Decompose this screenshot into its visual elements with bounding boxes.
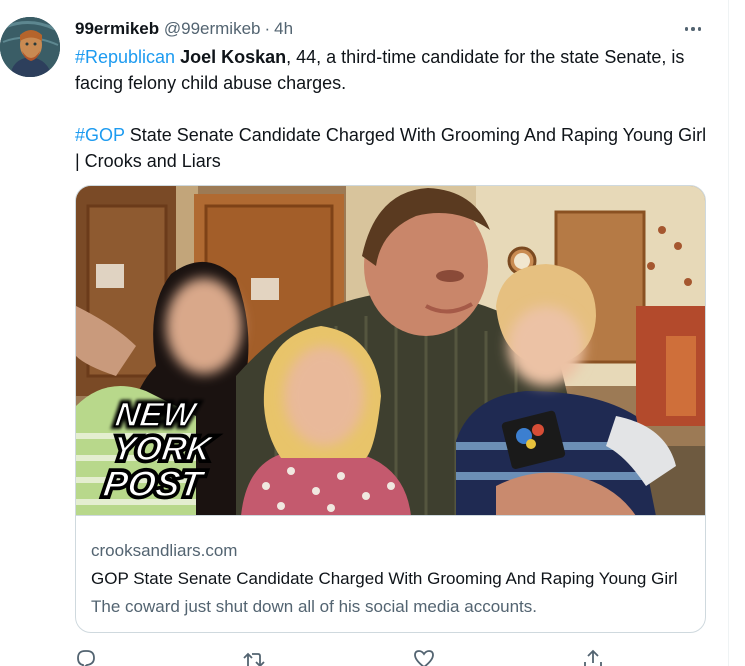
separator-dot: · bbox=[264, 19, 271, 38]
card-domain: crooksandliars.com bbox=[91, 541, 238, 560]
tweet-timestamp[interactable]: 4h bbox=[274, 19, 293, 38]
like-button[interactable] bbox=[413, 648, 435, 666]
more-dot-icon bbox=[684, 27, 689, 31]
van-gogh-portrait-avatar bbox=[0, 17, 60, 77]
tweet-header: 99ermikeb @99ermikeb · 4h bbox=[75, 18, 293, 40]
author-name[interactable]: 99ermikeb bbox=[75, 19, 159, 38]
more-dot-icon bbox=[697, 27, 702, 31]
reply-button[interactable] bbox=[75, 648, 97, 666]
avatar[interactable] bbox=[0, 17, 60, 77]
card-description: The coward just shut down all of his soc… bbox=[91, 597, 538, 616]
tweet-text-rest-2: State Senate Candidate Charged With Groo… bbox=[75, 125, 707, 171]
timeline-divider bbox=[728, 0, 729, 666]
card-image[interactable]: NEW NEW YORK YORK POST POST bbox=[76, 186, 705, 516]
watermark-line-3: POST bbox=[101, 463, 208, 504]
author-handle[interactable]: @99ermikeb bbox=[164, 19, 261, 38]
retweet-icon bbox=[243, 652, 265, 666]
tweet-actions bbox=[0, 648, 745, 666]
card-title: GOP State Senate Candidate Charged With … bbox=[91, 569, 678, 588]
share-button[interactable] bbox=[582, 648, 604, 666]
like-icon bbox=[414, 650, 434, 666]
more-options-button[interactable] bbox=[679, 18, 707, 40]
retweet-button[interactable] bbox=[243, 648, 265, 666]
watermark-line-1: NEW bbox=[113, 396, 200, 434]
bold-name: Joel Koskan bbox=[180, 47, 287, 67]
hashtag-republican[interactable]: #Republican bbox=[75, 47, 175, 67]
tweet-text: #Republican Joel Koskan, 44, a third-tim… bbox=[75, 44, 715, 174]
more-dot-icon bbox=[691, 27, 695, 31]
tweet-paragraph-2: #GOP State Senate Candidate Charged With… bbox=[75, 122, 715, 174]
link-preview-card[interactable]: NEW NEW YORK YORK POST POST crooksandlia… bbox=[75, 185, 706, 633]
reply-icon bbox=[77, 650, 95, 666]
share-icon bbox=[584, 649, 602, 666]
news-photo-image: NEW NEW YORK YORK POST POST bbox=[76, 186, 705, 515]
tweet[interactable]: 99ermikeb @99ermikeb · 4h #Republican Joel… bbox=[0, 0, 745, 666]
card-meta: crooksandliars.com GOP State Senate Cand… bbox=[91, 540, 691, 618]
hashtag-gop[interactable]: #GOP bbox=[75, 125, 125, 145]
tweet-paragraph-1: #Republican Joel Koskan, 44, a third-tim… bbox=[75, 44, 715, 96]
